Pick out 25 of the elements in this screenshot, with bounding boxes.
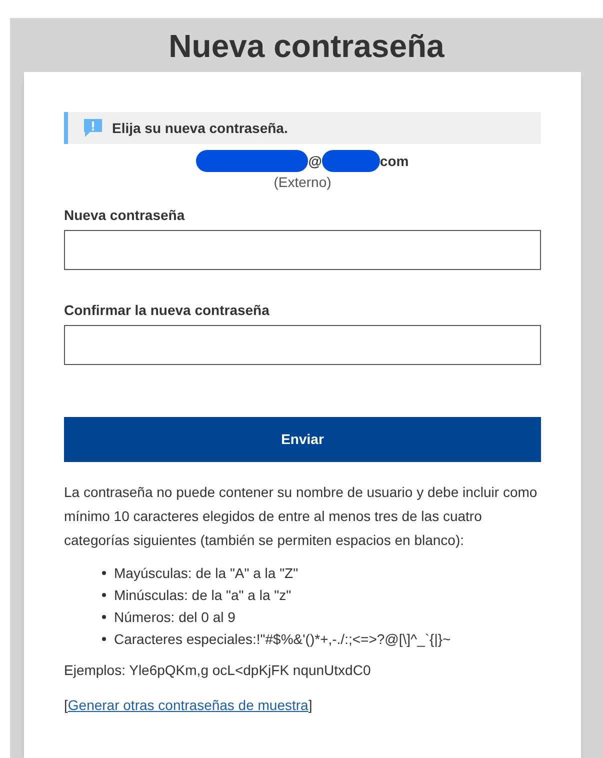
password-rules-text: La contraseña no puede contener su nombre de usuario y debe incluir como mínimo 10 caracteres elegidos de entre al menos tres de las cuatro categorías siguientes (también se permiten espacios en blanco):	[64, 483, 538, 550]
rule-item: Mayúsculas: de la "A" a la "Z"	[114, 564, 298, 583]
bullet-icon	[102, 637, 106, 641]
bracket: [	[64, 696, 68, 715]
generate-link[interactable]: Generar otras contraseñas de muestra	[68, 695, 308, 716]
bullet-icon	[102, 615, 106, 619]
bullet-icon	[102, 571, 106, 575]
field-label: Confirmar la nueva contraseña	[64, 301, 270, 320]
alert-message-icon	[82, 117, 104, 139]
bullet-icon	[102, 593, 106, 597]
rule-item: Caracteres especiales:!"#$%&'()*+,-./:;<=>?@[\]^_`{|}~	[114, 630, 451, 649]
field-label: Nueva contraseña	[64, 206, 186, 225]
account-type: (Externo)	[274, 173, 332, 192]
rule-item: Números: del 0 al 9	[114, 608, 236, 627]
page-title: Nueva contraseña	[168, 30, 444, 62]
notice-text: Elija su nueva contraseña.	[112, 118, 288, 138]
bracket: ]	[308, 696, 312, 715]
submit-button[interactable]: Enviar	[64, 417, 541, 462]
rule-item: Minúsculas: de la "a" a la "z"	[114, 586, 292, 605]
password-field[interactable]	[64, 230, 541, 270]
examples-text: Ejemplos: Yle6pQKm,g ocL<dpKjFK nqunUtxdC0	[64, 661, 372, 680]
email-domain: com	[380, 152, 409, 170]
redaction-mark	[322, 150, 380, 172]
password-field[interactable]	[64, 325, 541, 365]
email-at: @	[308, 152, 322, 170]
